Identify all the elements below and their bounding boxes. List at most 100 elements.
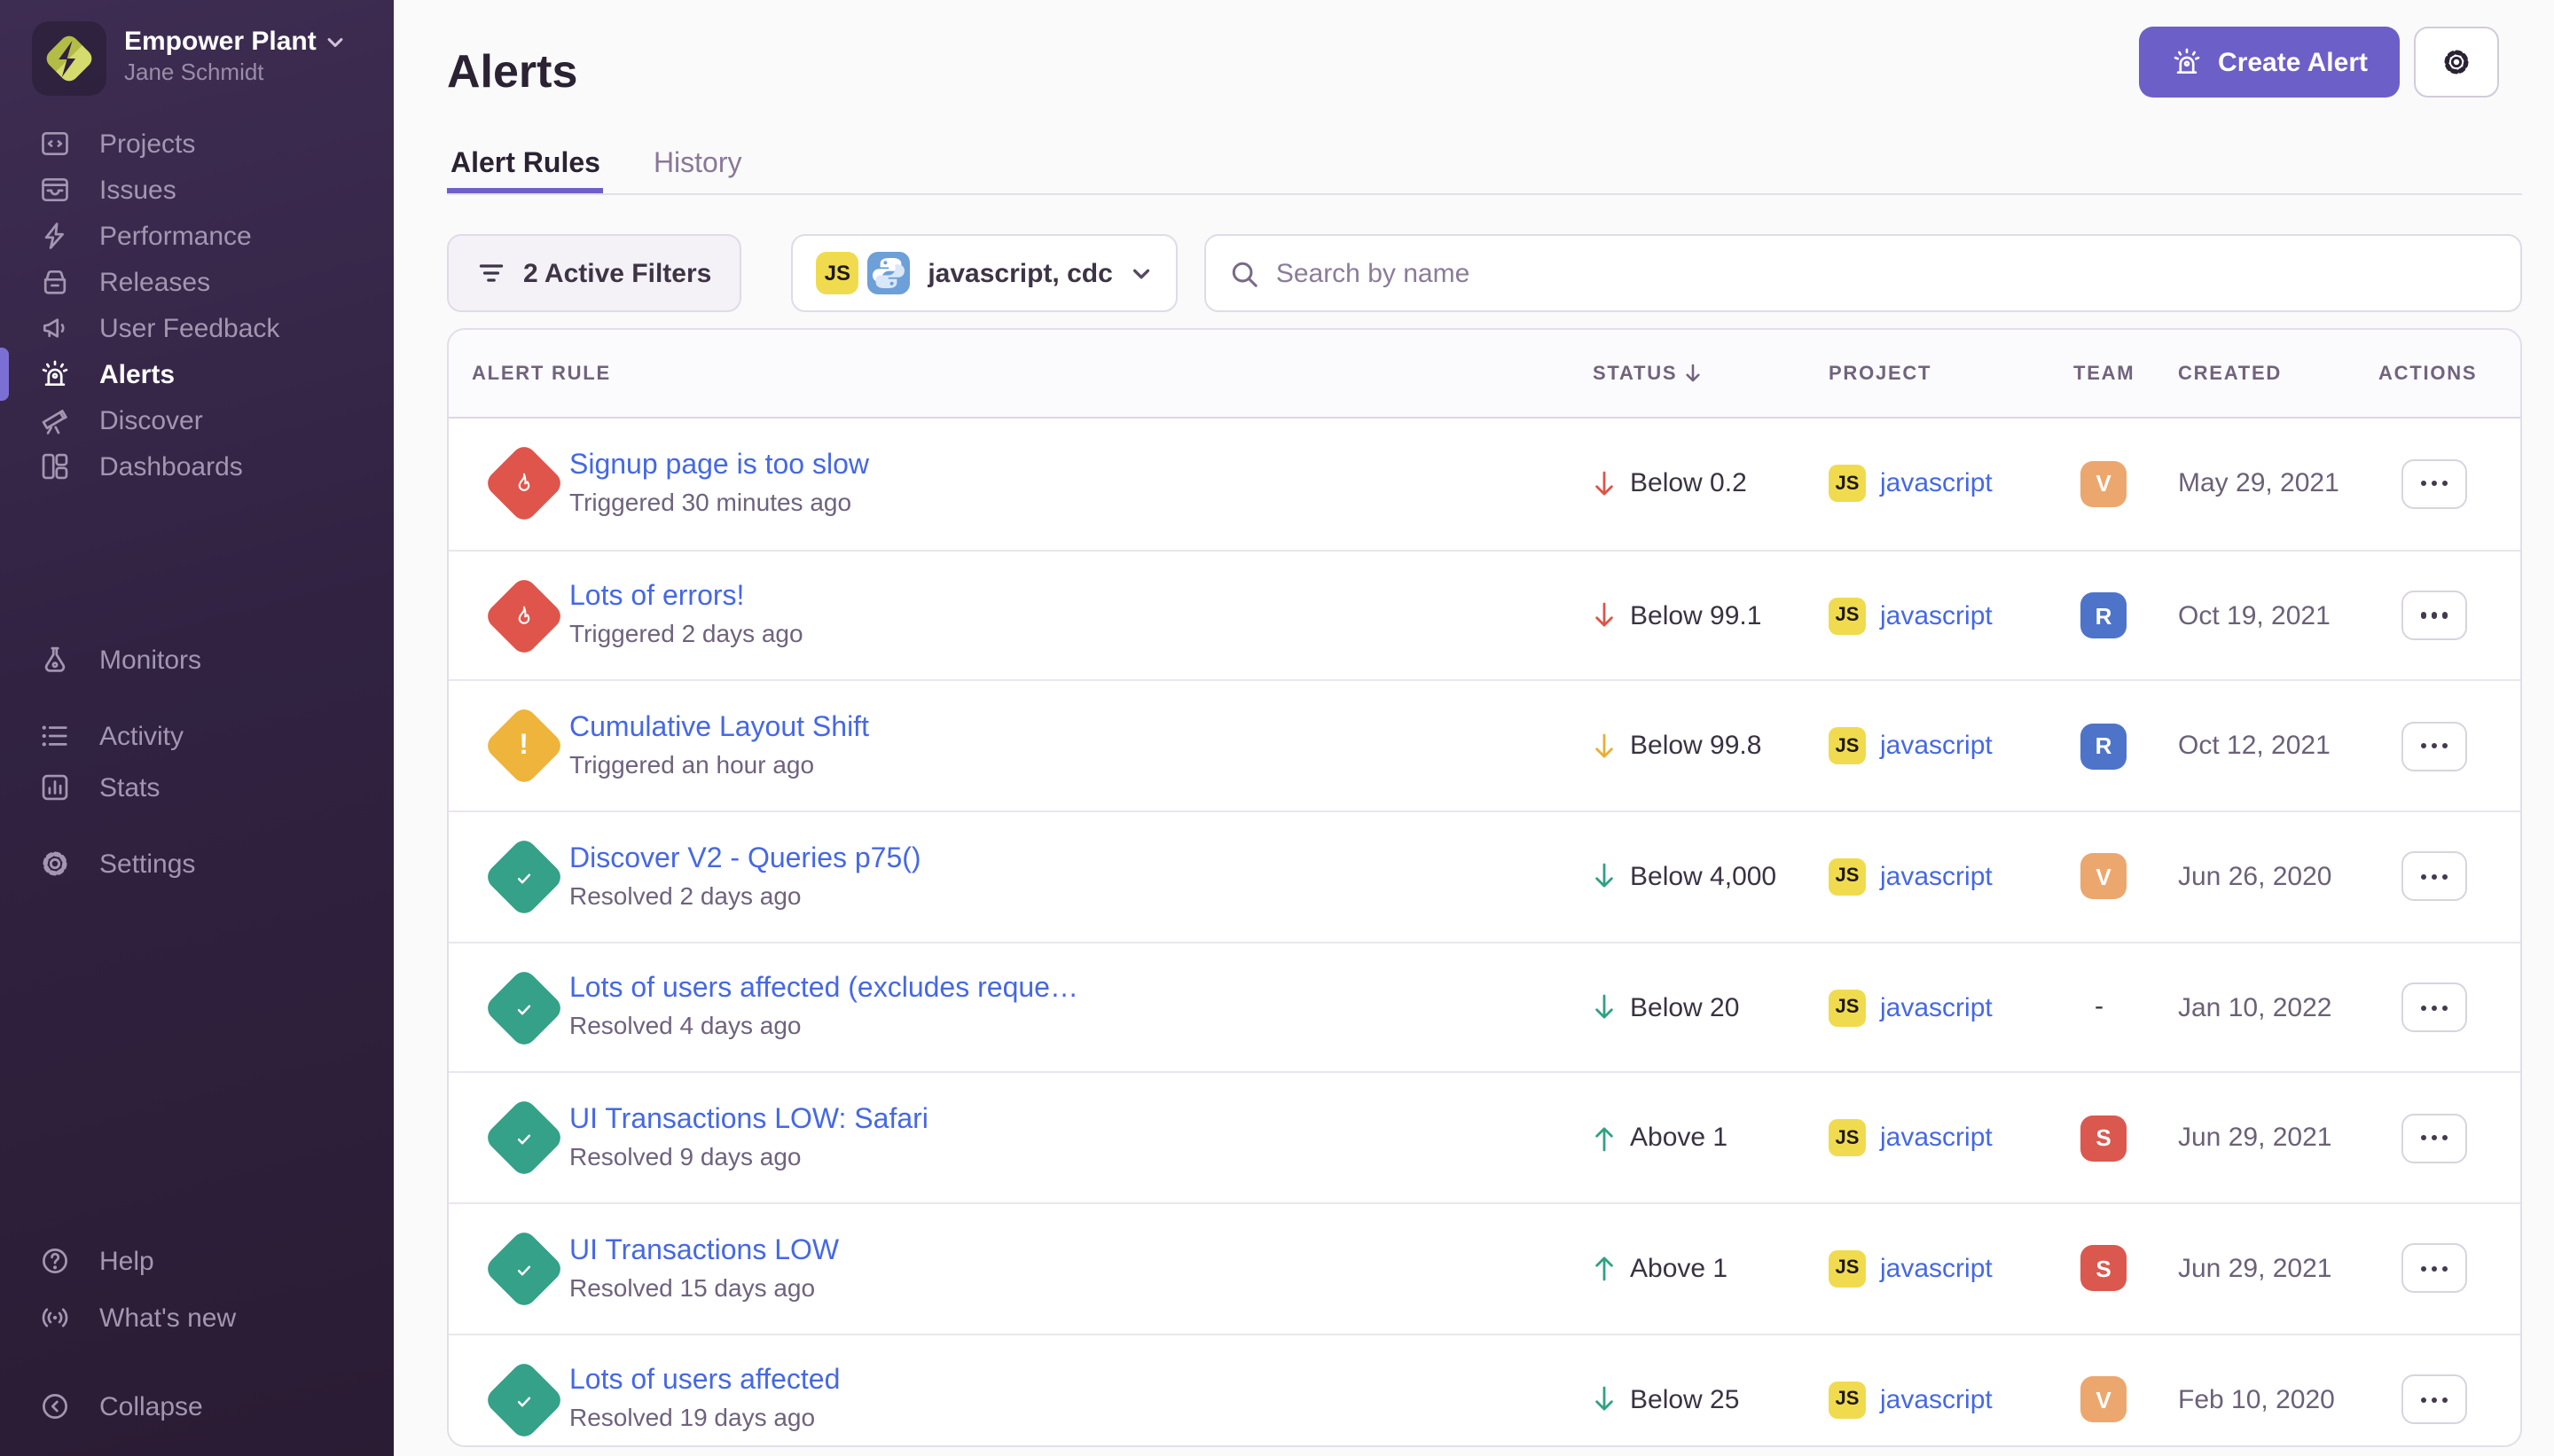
row-actions-button[interactable] (2401, 721, 2467, 771)
project-link[interactable]: javascript (1880, 1384, 1993, 1414)
sidebar-item-performance[interactable]: Performance (0, 213, 394, 259)
filter-icon (477, 259, 505, 287)
sidebar-item-stats[interactable]: Stats (0, 764, 394, 810)
tab-alert-rules[interactable]: Alert Rules (447, 137, 604, 193)
alert-rules-table: Alert Rule Status Project Team Created A… (447, 328, 2522, 1447)
row-actions-button[interactable] (2401, 1114, 2467, 1163)
alert-rule-link[interactable]: Lots of users affected (excludes reque… (569, 973, 1078, 1008)
sidebar-item-label: Collapse (99, 1391, 203, 1421)
sidebar-item-label: Performance (99, 221, 252, 251)
alert-rule-link[interactable]: UI Transactions LOW (569, 1233, 839, 1269)
row-actions-button[interactable] (2401, 459, 2467, 509)
chevron-down-icon (325, 32, 347, 53)
alert-rule-link[interactable]: Discover V2 - Queries p75() (569, 842, 921, 877)
team-cell: V (2073, 1376, 2178, 1422)
tab-history[interactable]: History (650, 137, 746, 193)
sidebar-item-monitors[interactable]: Monitors (0, 637, 394, 683)
alert-rule-link[interactable]: Lots of errors! (569, 581, 803, 616)
project-link[interactable]: javascript (1880, 1123, 1993, 1154)
app-window: Empower Plant Jane Schmidt Projects Issue… (0, 0, 2554, 1456)
row-actions-button[interactable] (2401, 852, 2467, 902)
sidebar-item-label: Help (99, 1246, 154, 1276)
sidebar-item-projects[interactable]: Projects (0, 121, 394, 167)
alert-settings-button[interactable] (2414, 27, 2499, 98)
project-link[interactable]: javascript (1880, 731, 1993, 761)
column-header-status[interactable]: Status (1587, 363, 1829, 384)
created-date: Feb 10, 2020 (2178, 1384, 2378, 1414)
alert-rule-link[interactable]: Cumulative Layout Shift (569, 711, 869, 747)
no-team-dash: - (2080, 991, 2104, 1022)
chevron-down-icon (1131, 262, 1154, 285)
trend-arrow-icon (1593, 1255, 1616, 1283)
row-actions-button[interactable] (2401, 1244, 2467, 1294)
table-row: UI Transactions LOW: Safari Resolved 9 d… (449, 1072, 2520, 1202)
status-threshold: Below 99.1 (1630, 600, 1761, 630)
trend-arrow-icon (1593, 1124, 1616, 1153)
alert-state-icon (482, 442, 565, 525)
alert-state-icon (482, 1227, 565, 1310)
org-name: Empower Plant (124, 27, 317, 58)
sidebar-item-issues[interactable]: Issues (0, 167, 394, 213)
sidebar-item-discover[interactable]: Discover (0, 397, 394, 443)
sidebar-item-releases[interactable]: Releases (0, 259, 394, 305)
column-header-team: Team (2073, 363, 2178, 384)
created-date: Oct 19, 2021 (2178, 600, 2378, 630)
alert-rule-detail: Resolved 9 days ago (569, 1142, 928, 1173)
alert-rule-detail: Triggered 30 minutes ago (569, 488, 869, 519)
team-cell: R (2073, 723, 2178, 769)
sidebar-item-label: Monitors (99, 645, 201, 675)
sidebar: Empower Plant Jane Schmidt Projects Issue… (0, 0, 394, 1456)
alert-rule-link[interactable]: Signup page is too slow (569, 449, 869, 484)
sidebar-item-alerts[interactable]: Alerts (0, 351, 394, 397)
status-threshold: Above 1 (1630, 1254, 1727, 1284)
sidebar-item-label: Stats (99, 772, 160, 802)
column-header-alert-rule: Alert Rule (449, 363, 1587, 384)
table-row: Lots of errors! Triggered 2 days ago Bel… (449, 549, 2520, 679)
performance-icon (39, 220, 71, 252)
project-link[interactable]: javascript (1880, 862, 1993, 892)
status-threshold: Below 25 (1630, 1384, 1739, 1414)
sidebar-item-label: Projects (99, 129, 195, 159)
sidebar-item-label: Releases (99, 267, 210, 297)
project-link[interactable]: javascript (1880, 1254, 1993, 1284)
create-alert-button[interactable]: Create Alert (2138, 27, 2400, 98)
project-filter-dropdown[interactable]: JS javascript, cdc (791, 234, 1178, 312)
user-feedback-icon (39, 312, 71, 344)
row-actions-button[interactable] (2401, 982, 2467, 1032)
sidebar-item-user-feedback[interactable]: User Feedback (0, 305, 394, 351)
project-link[interactable]: javascript (1880, 469, 1993, 499)
active-indicator (0, 348, 9, 401)
row-actions-button[interactable] (2401, 591, 2467, 640)
table-row: Signup page is too slow Triggered 30 min… (449, 419, 2520, 549)
javascript-platform-icon: JS (1829, 1381, 1866, 1418)
row-actions-button[interactable] (2401, 1374, 2467, 1424)
sidebar-item-label: Discover (99, 405, 203, 435)
project-link[interactable]: javascript (1880, 600, 1993, 630)
tab-bar: Alert Rules History (447, 137, 2522, 195)
header-actions: Create Alert (2138, 27, 2499, 98)
alert-state-icon (482, 967, 565, 1049)
team-cell: V (2073, 854, 2178, 900)
sidebar-group-primary: Projects Issues Performance Releases User Fe… (0, 121, 394, 489)
team-badge: V (2080, 461, 2127, 507)
sidebar-item-collapse[interactable]: Collapse (0, 1383, 394, 1429)
alert-state-icon (482, 1097, 565, 1179)
sidebar-group-collapse: Collapse (0, 1383, 394, 1429)
javascript-platform-icon: JS (1829, 989, 1866, 1026)
search-input[interactable] (1276, 258, 2497, 288)
org-switcher[interactable]: Empower Plant Jane Schmidt (0, 0, 394, 110)
active-filters-button[interactable]: 2 Active Filters (447, 234, 741, 312)
sidebar-item-activity[interactable]: Activity (0, 713, 394, 759)
sidebar-item-what-s-new[interactable]: What's new (0, 1295, 394, 1341)
table-row: UI Transactions LOW Resolved 15 days ago… (449, 1202, 2520, 1333)
search-field[interactable] (1205, 234, 2522, 312)
sidebar-item-help[interactable]: Help (0, 1238, 394, 1284)
alert-rule-link[interactable]: UI Transactions LOW: Safari (569, 1103, 928, 1139)
sidebar-item-settings[interactable]: Settings (0, 841, 394, 887)
trend-arrow-icon (1593, 863, 1616, 891)
sidebar-item-label: User Feedback (99, 313, 279, 343)
whats-new-icon (39, 1302, 71, 1334)
alert-rule-link[interactable]: Lots of users affected (569, 1365, 840, 1400)
project-link[interactable]: javascript (1880, 992, 1993, 1022)
sidebar-item-dashboards[interactable]: Dashboards (0, 443, 394, 489)
